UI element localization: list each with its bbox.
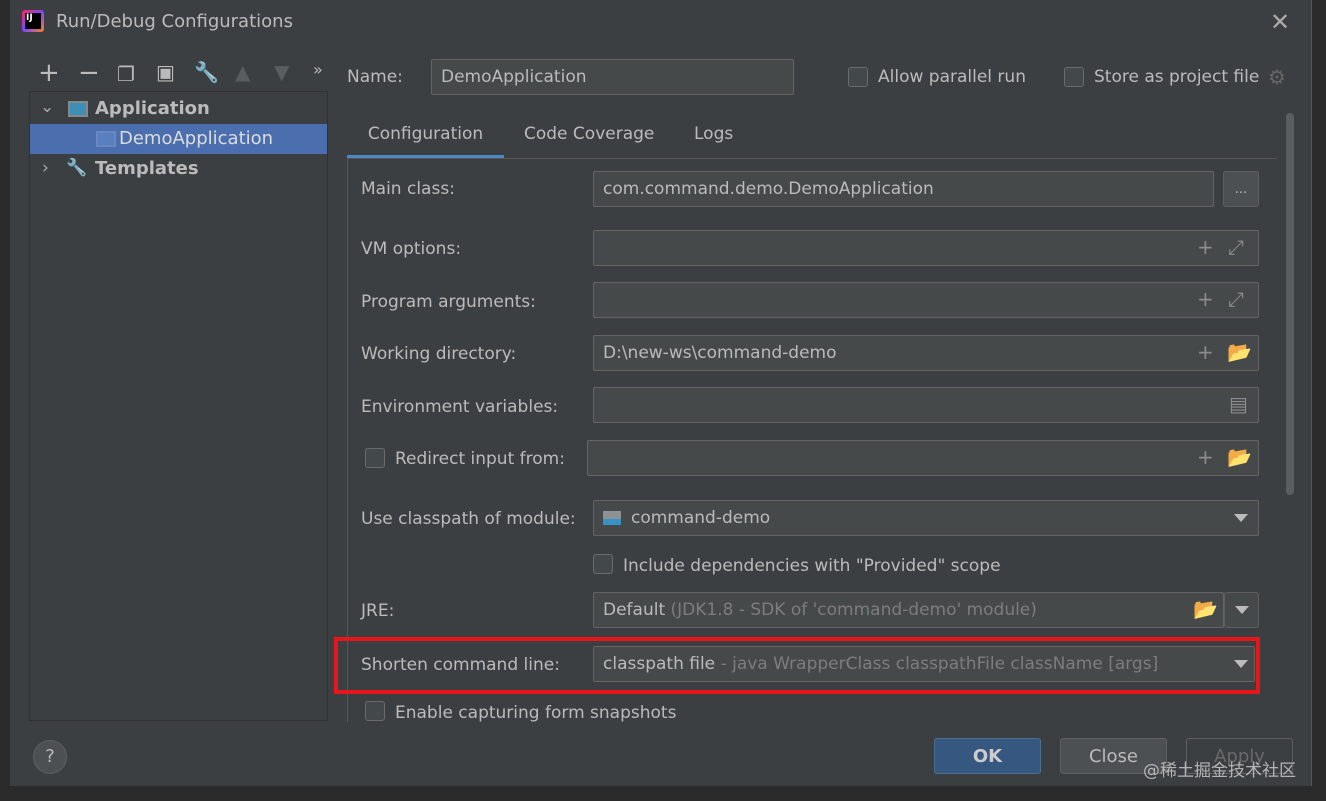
name-label: Name: <box>347 67 403 87</box>
shorten-label: Shorten command line: <box>361 655 560 675</box>
include-deps-label[interactable]: Include dependencies with "Provided" sco… <box>623 556 1001 576</box>
shorten-value: classpath file <box>603 654 716 674</box>
vm-options-input[interactable] <box>593 230 1259 266</box>
main-class-input[interactable]: com.command.demo.DemoApplication <box>593 171 1214 207</box>
expand-icon[interactable]: ⤢ <box>1228 235 1244 259</box>
allow-parallel-checkbox[interactable] <box>848 67 868 87</box>
tab-label: Configuration <box>367 124 484 144</box>
chevron-down-icon[interactable] <box>1234 514 1248 522</box>
env-vars-input[interactable] <box>593 387 1259 423</box>
arrow-down-icon[interactable]: ▼ <box>274 60 289 84</box>
jre-dropdown-button[interactable] <box>1224 592 1259 628</box>
tree-item-templates[interactable]: › 🔧 Templates <box>30 154 327 184</box>
vm-options-label: VM options: <box>361 239 462 259</box>
tab-label: Logs <box>694 124 734 144</box>
chevron-down-icon[interactable]: ⌄ <box>40 97 54 117</box>
tab-code-coverage[interactable]: Code Coverage <box>524 124 654 144</box>
help-button[interactable]: ? <box>33 740 67 774</box>
gear-icon[interactable]: ⚙ <box>1268 65 1286 89</box>
store-project-label[interactable]: Store as project file <box>1094 67 1259 87</box>
run-debug-dialog: IJ Run/Debug Configurations ✕ + − ❐ ▣ 🔧 … <box>10 0 1312 786</box>
save-icon[interactable]: ▣ <box>156 60 175 84</box>
application-icon <box>68 101 88 117</box>
arrow-up-icon[interactable]: ▲ <box>235 60 250 84</box>
ok-button[interactable]: OK <box>934 738 1041 774</box>
tree-item-application[interactable]: ⌄ Application <box>30 94 327 124</box>
tree-item-label: Application <box>95 98 210 119</box>
scrollbar[interactable] <box>1286 113 1294 495</box>
capture-checkbox[interactable] <box>365 701 385 721</box>
store-project-checkbox[interactable] <box>1064 67 1084 87</box>
chevron-right-icon[interactable]: › <box>42 158 49 178</box>
module-select[interactable]: command-demo <box>593 500 1259 536</box>
program-args-input[interactable] <box>593 282 1259 318</box>
jre-label: JRE: <box>361 601 395 621</box>
redirect-checkbox[interactable] <box>365 448 385 468</box>
watermark: @稀土掘金技术社区 <box>1143 761 1296 781</box>
folder-icon[interactable]: 📂 <box>1227 445 1252 469</box>
program-args-label: Program arguments: <box>361 292 536 312</box>
more-icon[interactable]: » <box>313 60 323 79</box>
module-label: Use classpath of module: <box>361 509 576 529</box>
jre-value: Default <box>603 600 666 620</box>
close-icon[interactable]: ✕ <box>1270 8 1290 36</box>
document-icon[interactable]: ▤ <box>1229 392 1248 416</box>
window-title: Run/Debug Configurations <box>56 11 293 32</box>
module-value: command-demo <box>631 508 771 528</box>
tab-logs[interactable]: Logs <box>694 124 733 144</box>
wrench-icon[interactable]: 🔧 <box>194 60 219 84</box>
tab-configuration[interactable]: Configuration <box>347 116 504 158</box>
wrench-icon: 🔧 <box>66 158 88 178</box>
main-class-label: Main class: <box>361 179 455 199</box>
application-icon <box>96 131 116 147</box>
tree-item-demoapplication[interactable]: DemoApplication <box>30 124 327 154</box>
expand-icon[interactable]: ⤢ <box>1228 287 1244 311</box>
working-dir-label: Working directory: <box>361 344 517 364</box>
redirect-input[interactable] <box>587 440 1259 476</box>
tree-item-label: DemoApplication <box>119 128 274 149</box>
working-dir-input[interactable]: D:\new-ws\command-demo <box>593 335 1259 371</box>
shorten-select[interactable]: classpath file - java WrapperClass class… <box>593 646 1255 682</box>
plus-icon[interactable]: + <box>1197 287 1214 311</box>
plus-icon[interactable]: + <box>38 58 60 88</box>
folder-icon[interactable]: 📂 <box>1193 597 1218 621</box>
capture-label[interactable]: Enable capturing form snapshots <box>395 703 676 723</box>
app-logo: IJ <box>22 10 44 32</box>
redirect-label[interactable]: Redirect input from: <box>395 449 565 469</box>
plus-icon[interactable]: + <box>1197 235 1214 259</box>
browse-button[interactable]: ... <box>1223 171 1259 207</box>
env-vars-label: Environment variables: <box>361 397 559 417</box>
jre-select[interactable]: Default (JDK1.8 - SDK of 'command-demo' … <box>593 592 1224 628</box>
tree-item-label: Templates <box>95 158 199 179</box>
folder-icon[interactable]: 📂 <box>1227 340 1252 364</box>
allow-parallel-label[interactable]: Allow parallel run <box>878 67 1026 87</box>
chevron-down-icon[interactable] <box>1234 660 1248 668</box>
plus-icon[interactable]: + <box>1197 340 1214 364</box>
jre-hint: (JDK1.8 - SDK of 'command-demo' module) <box>670 600 1037 620</box>
plus-icon[interactable]: + <box>1197 445 1214 469</box>
copy-icon[interactable]: ❐ <box>117 62 135 86</box>
tab-label: Code Coverage <box>524 124 655 144</box>
module-folder-icon <box>603 511 621 525</box>
chevron-down-icon <box>1234 606 1249 614</box>
shorten-hint: - java WrapperClass classpathFile classN… <box>720 654 1159 674</box>
config-tree: ⌄ Application DemoApplication › 🔧 Templa… <box>29 91 328 721</box>
include-deps-checkbox[interactable] <box>593 554 613 574</box>
name-input[interactable]: DemoApplication <box>431 59 794 95</box>
minus-icon[interactable]: − <box>78 58 100 88</box>
